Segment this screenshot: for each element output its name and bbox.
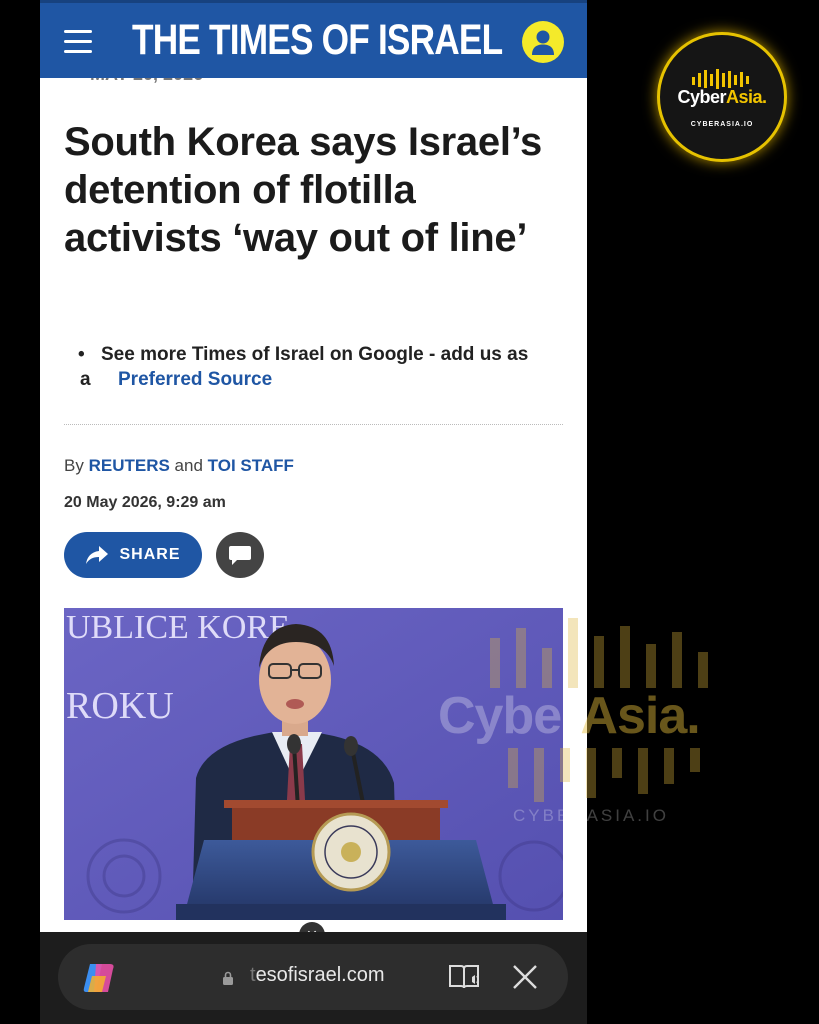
backdrop-text-2: ROKU <box>66 685 174 727</box>
comment-button[interactable] <box>216 532 264 578</box>
browser-bottom-bar: tesofisrael.com <box>40 932 587 1024</box>
read-aloud-icon[interactable] <box>448 962 482 992</box>
comment-icon <box>229 546 251 565</box>
phone-screen: THE TIMES OF ISRAEL MAY 20, 2026 South K… <box>40 0 587 1024</box>
share-label: SHARE <box>119 546 181 563</box>
share-button[interactable]: SHARE <box>64 532 202 578</box>
author-toi-staff-link[interactable]: TOI STAFF <box>208 456 294 475</box>
backdrop-text-1: UBLICE KORE <box>66 609 290 646</box>
article-photo[interactable]: UBLICE KORE ROKU <box>64 608 563 920</box>
url-text[interactable]: tesofisrael.com <box>250 964 385 987</box>
address-bar[interactable]: tesofisrael.com <box>58 944 568 1010</box>
logo-name: CyberAsia. <box>677 87 767 107</box>
author-reuters-link[interactable]: REUTERS <box>89 456 170 475</box>
article-headline: South Korea says Israel’s detention of f… <box>64 120 542 260</box>
share-arrow-icon <box>86 546 109 564</box>
site-header: THE TIMES OF ISRAEL <box>40 0 587 78</box>
byline-and: and <box>174 456 203 475</box>
cyberasia-logo: CyberAsia. CYBERASIA.IO <box>657 32 787 162</box>
close-tab-icon[interactable] <box>510 962 540 992</box>
site-logo[interactable]: THE TIMES OF ISRAEL <box>132 16 503 65</box>
promo-text-a: a <box>80 369 91 390</box>
byline: By REUTERS and TOI STAFF <box>64 456 294 476</box>
publish-date: 20 May 2026, 9:29 am <box>64 494 226 511</box>
divider <box>64 424 563 425</box>
copilot-icon[interactable] <box>82 962 116 994</box>
soundwave-icon <box>692 69 749 89</box>
menu-icon[interactable] <box>64 30 92 53</box>
url-domain: esofisrael.com <box>255 964 385 986</box>
logo-url: CYBERASIA.IO <box>690 121 754 128</box>
byline-prefix: By <box>64 456 84 475</box>
preferred-source-link[interactable]: Preferred Source <box>118 367 272 393</box>
bullet-dot: • <box>78 344 85 365</box>
promo-text: See more Times of Israel on Google - add… <box>101 344 529 365</box>
lock-icon <box>223 971 233 985</box>
account-icon[interactable] <box>522 21 564 63</box>
